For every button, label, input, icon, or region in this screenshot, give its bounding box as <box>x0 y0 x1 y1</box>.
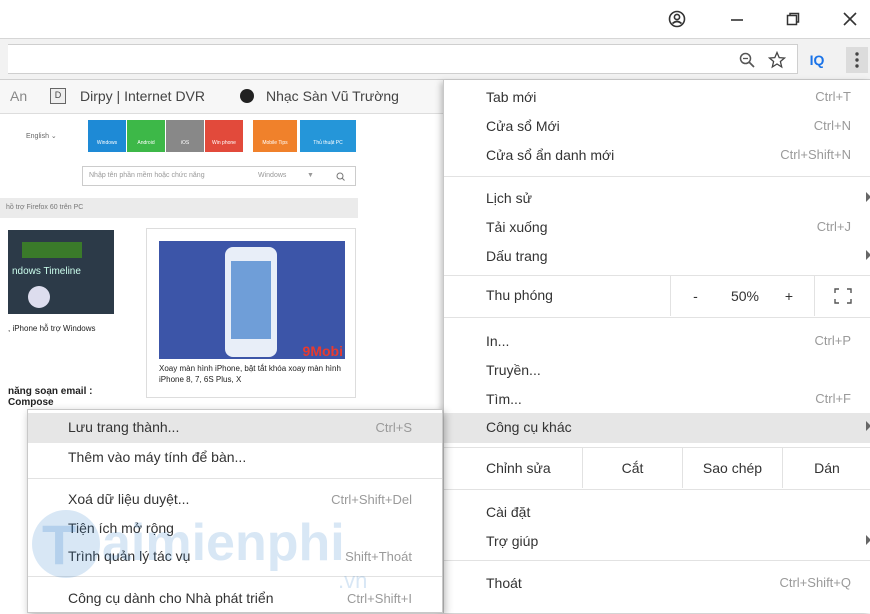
category-winphone[interactable]: Win phone <box>205 120 243 152</box>
submenu-item-clear-data[interactable]: Xoá dữ liệu duyệt... Ctrl+Shift+Del <box>28 485 442 515</box>
zoom-level: 50% <box>730 288 760 304</box>
category-pc-tips[interactable]: Thủ thuật PC <box>300 120 356 152</box>
card-caption: Xoay màn hình iPhone, bật tắt khóa xoay … <box>159 364 341 384</box>
category-ios[interactable]: iOS <box>166 120 204 152</box>
article-card[interactable]: 9Mobi Xoay màn hình iPhone, bật tắt khóa… <box>146 228 356 398</box>
fullscreen-icon[interactable] <box>814 276 870 316</box>
submenu-item-dev-tools[interactable]: Công cụ dành cho Nhà phát triển Ctrl+Shif… <box>28 584 442 614</box>
copy-button[interactable]: Sao chép <box>682 448 782 488</box>
category-windows[interactable]: Windows <box>88 120 126 152</box>
menu-item-new-tab[interactable]: Tab mới Ctrl+T <box>444 83 870 112</box>
browser-toolbar: IQ <box>0 38 870 80</box>
page-icon: D <box>50 88 66 104</box>
menu-item-find[interactable]: Tìm... Ctrl+F <box>444 385 870 414</box>
article-image: 9Mobi <box>159 241 345 359</box>
menu-item-exit[interactable]: Thoát Ctrl+Shift+Q <box>444 569 870 598</box>
menu-item-history[interactable]: Lịch sử <box>444 184 870 213</box>
address-bar[interactable] <box>8 44 798 74</box>
bookmark-item[interactable]: An <box>10 88 27 104</box>
chevron-right-icon <box>866 192 870 202</box>
zoom-out-button[interactable]: - <box>670 276 720 316</box>
bookmark-label: Nhạc Sàn Vũ Trường <box>266 88 399 104</box>
language-select[interactable]: English ⌄ <box>26 132 57 140</box>
menu-item-settings[interactable]: Cài đặt <box>444 498 870 527</box>
submenu-item-extensions[interactable]: Tiện ích mở rộng <box>28 514 442 544</box>
menu-item-new-window[interactable]: Cửa sổ Mới Ctrl+N <box>444 112 870 141</box>
article-thumbnail[interactable]: ndows Timeline <box>8 230 114 314</box>
menu-item-downloads[interactable]: Tải xuống Ctrl+J <box>444 213 870 242</box>
cut-button[interactable]: Cắt <box>582 448 682 488</box>
more-tools-submenu: Lưu trang thành... Ctrl+S Thêm vào máy tí… <box>27 409 443 613</box>
menu-item-bookmarks[interactable]: Dấu trang <box>444 242 870 271</box>
chevron-right-icon <box>866 535 870 545</box>
extension-iq-icon[interactable]: IQ <box>806 49 828 71</box>
chevron-right-icon <box>866 250 870 260</box>
title-bar <box>0 0 870 38</box>
bookmark-item[interactable]: Nhạc Sàn Vũ Trường <box>240 88 399 104</box>
close-icon[interactable] <box>835 6 865 32</box>
chrome-main-menu: Tab mới Ctrl+T Cửa sổ Mới Ctrl+N Cửa sổ ẩn… <box>443 80 870 613</box>
menu-item-incognito[interactable]: Cửa sổ ẩn danh mới Ctrl+Shift+N <box>444 141 870 170</box>
submenu-item-add-desktop[interactable]: Thêm vào máy tính để bàn... <box>28 443 442 473</box>
minimize-icon[interactable] <box>722 6 752 32</box>
submenu-item-save-page[interactable]: Lưu trang thành... Ctrl+S <box>28 413 442 443</box>
menu-item-help[interactable]: Trợ giúp <box>444 527 870 556</box>
music-icon <box>240 89 254 103</box>
zoom-icon[interactable] <box>736 49 758 71</box>
star-icon[interactable] <box>766 49 788 71</box>
chevron-right-icon <box>866 421 870 431</box>
menu-kebab-icon[interactable] <box>846 47 868 73</box>
category-android[interactable]: Android <box>127 120 165 152</box>
menu-item-print[interactable]: In... Ctrl+P <box>444 327 870 356</box>
search-icon <box>336 172 345 183</box>
restore-icon[interactable] <box>778 6 808 32</box>
zoom-in-button[interactable]: + <box>770 276 808 316</box>
article-heading[interactable]: năng soạn email : Compose <box>8 386 118 408</box>
menu-item-more-tools[interactable]: Công cụ khác <box>444 413 870 443</box>
category-mobile-tips[interactable]: Mobile Tips <box>253 120 297 152</box>
bookmark-label: Dirpy | Internet DVR <box>80 88 206 104</box>
menu-item-cast[interactable]: Truyền... <box>444 356 870 385</box>
profile-icon[interactable] <box>662 6 692 32</box>
site-search-input[interactable]: Nhập tên phần mềm hoặc chức năng Windows… <box>82 166 356 186</box>
bookmark-label: An <box>10 88 28 104</box>
badge-9mobi: 9Mobi <box>302 343 343 359</box>
bookmark-item[interactable]: D Dirpy | Internet DVR <box>50 88 205 104</box>
paste-button[interactable]: Dán <box>782 448 870 488</box>
article-caption[interactable]: , iPhone hỗ trợ Windows <box>8 324 96 333</box>
breadcrumb: hồ trợ Firefox 60 trên PC <box>0 198 358 218</box>
submenu-item-task-manager[interactable]: Trình quản lý tác vụ Shift+Thoát <box>28 542 442 572</box>
